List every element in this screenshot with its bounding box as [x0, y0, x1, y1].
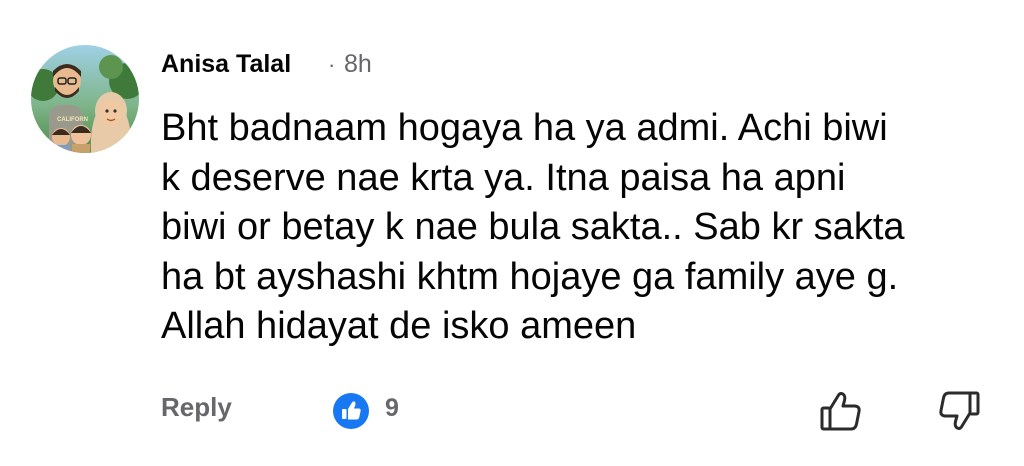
comment-line: ha bt ayshashi khtm hojaye ga family aye… [161, 255, 899, 298]
family-avatar-image: CALIFORN [31, 45, 139, 153]
avatar[interactable]: CALIFORN [31, 45, 139, 153]
shirt-text: CALIFORN [57, 117, 88, 123]
comment-line: Allah hidayat de isko ameen [161, 305, 637, 347]
reply-button[interactable]: Reply [161, 392, 232, 423]
thumbs-up-badge-icon[interactable] [333, 393, 369, 429]
comment-author[interactable]: Anisa Talal [161, 50, 291, 79]
like-count[interactable]: 9 [385, 394, 399, 423]
meta-separator: · [328, 52, 336, 77]
thumbs-up-outline-icon[interactable] [818, 388, 864, 434]
comment-line: k deserve nae krta ya. Itna paisa ha apn… [161, 156, 846, 199]
thumbs-down-outline-icon[interactable] [936, 388, 982, 434]
comment-line: Bht badnaam hogaya ha ya admi. Achi biwi [161, 107, 888, 149]
comment-line: biwi or betay k nae bula sakta.. Sab kr … [161, 206, 905, 248]
comment-text: Bht badnaam hogaya ha ya admi. Achi biwi… [161, 104, 1011, 352]
comment-timestamp[interactable]: 8h [344, 50, 372, 79]
